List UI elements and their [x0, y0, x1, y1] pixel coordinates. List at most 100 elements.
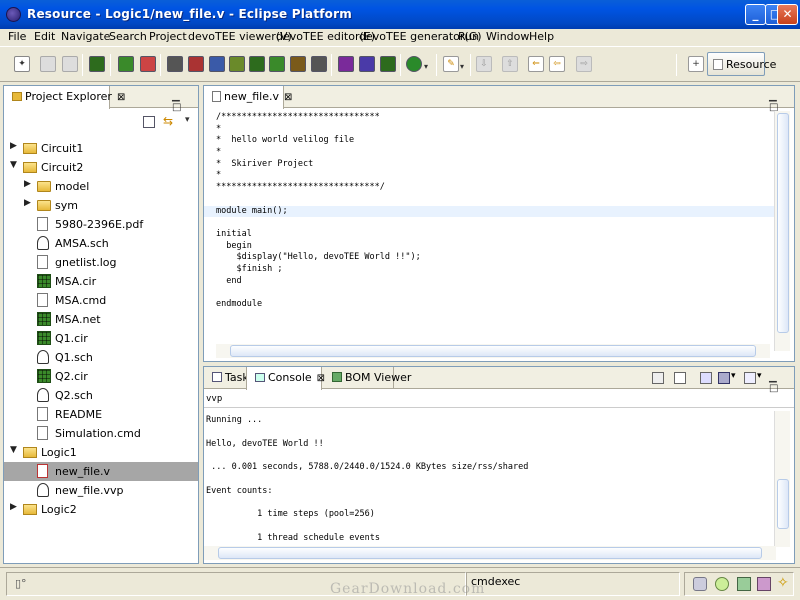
tab-console[interactable]: Console ⊠: [246, 367, 325, 390]
collapsed-twisty-icon[interactable]: ▶: [10, 142, 19, 151]
devotee-tool-8-icon[interactable]: [311, 56, 327, 72]
chart-view-icon[interactable]: [737, 577, 751, 591]
chevron-down-icon[interactable]: ▾: [757, 371, 762, 381]
tree-item[interactable]: Q2.cir: [4, 367, 198, 386]
collapsed-twisty-icon[interactable]: ▶: [24, 199, 33, 208]
run-icon[interactable]: [406, 56, 422, 72]
tree-item[interactable]: ▶ model: [4, 177, 198, 196]
pin-console-icon[interactable]: [700, 372, 712, 384]
menu-navigate[interactable]: Navigate: [61, 30, 110, 43]
chevron-down-icon[interactable]: ▾: [422, 60, 430, 71]
tree-item[interactable]: Q2.sch: [4, 386, 198, 405]
tree-item[interactable]: ▶ Logic2: [4, 500, 198, 519]
view-menu-icon[interactable]: ▾: [185, 115, 190, 125]
tip-icon[interactable]: [715, 577, 729, 591]
menu-project[interactable]: Project: [149, 30, 187, 43]
devotee-tool-3-icon[interactable]: [209, 56, 225, 72]
generator-3-icon[interactable]: [380, 56, 396, 72]
menu-search[interactable]: Search: [109, 30, 147, 43]
console-vertical-scrollbar[interactable]: [774, 411, 790, 547]
clear-console-icon[interactable]: [652, 372, 664, 384]
menu-file[interactable]: File: [8, 30, 26, 43]
menu-window[interactable]: Window: [486, 30, 529, 43]
tree-item[interactable]: MSA.cir: [4, 272, 198, 291]
star-icon[interactable]: ✧: [777, 575, 789, 591]
close-icon[interactable]: ⊠: [117, 92, 125, 103]
chevron-down-icon[interactable]: ▾: [458, 60, 466, 71]
tree-item[interactable]: ▶ Circuit1: [4, 139, 198, 158]
save-icon[interactable]: [40, 56, 56, 72]
netlist-icon[interactable]: [118, 56, 134, 72]
tree-item[interactable]: Simulation.cmd: [4, 424, 198, 443]
expanded-twisty-icon[interactable]: ▼: [10, 161, 19, 170]
tree-item[interactable]: Q1.cir: [4, 329, 198, 348]
open-console-icon[interactable]: [744, 372, 756, 384]
display-console-icon[interactable]: [718, 372, 730, 384]
devotee-tool-1-icon[interactable]: [167, 56, 183, 72]
scroll-thumb[interactable]: [218, 547, 762, 559]
code-text-area[interactable]: /******************************* * * hello…: [204, 112, 774, 311]
palette-icon[interactable]: [757, 577, 771, 591]
devotee-tool-4-icon[interactable]: [229, 56, 245, 72]
tree-item[interactable]: MSA.cmd: [4, 291, 198, 310]
tab-project-explorer[interactable]: Project Explorer ⊠: [4, 86, 125, 109]
close-button[interactable]: ✕: [777, 4, 798, 25]
devotee-tool-5-icon[interactable]: [249, 56, 265, 72]
menu-help[interactable]: Help: [529, 30, 554, 43]
minimize-button[interactable]: _: [745, 4, 766, 25]
chevron-down-icon[interactable]: ▾: [731, 371, 736, 381]
prev-annotation-icon[interactable]: ⇧: [502, 56, 518, 72]
tree-item[interactable]: new_file.vvp: [4, 481, 198, 500]
tree-item[interactable]: AMSA.sch: [4, 234, 198, 253]
generator-1-icon[interactable]: [338, 56, 354, 72]
code-line: begin: [216, 240, 252, 251]
tab-bom-viewer[interactable]: BOM Viewer: [324, 367, 411, 389]
tree-item[interactable]: MSA.net: [4, 310, 198, 329]
open-perspective-icon[interactable]: +: [688, 56, 704, 72]
scroll-thumb[interactable]: [777, 479, 789, 529]
title-bar[interactable]: Resource - Logic1/new_file.v - Eclipse P…: [0, 0, 800, 29]
tab-tasks[interactable]: Tasks: [204, 367, 254, 389]
heap-icon[interactable]: [693, 577, 707, 591]
tab-new-file-v[interactable]: new_file.v ⊠: [204, 86, 292, 109]
tree-item[interactable]: Q1.sch: [4, 348, 198, 367]
back-icon[interactable]: ⇦: [549, 56, 565, 72]
symbol-icon[interactable]: [140, 56, 156, 72]
tree-item[interactable]: gnetlist.log: [4, 253, 198, 272]
tree-item[interactable]: ▼ Circuit2: [4, 158, 198, 177]
menu-run[interactable]: Run: [458, 30, 479, 43]
last-edit-icon[interactable]: ⇐: [528, 56, 544, 72]
devotee-tool-6-icon[interactable]: [269, 56, 285, 72]
expanded-twisty-icon[interactable]: ▼: [10, 446, 19, 455]
view-min-max[interactable]: ▁ □: [769, 91, 794, 113]
tree-item[interactable]: 5980-2396E.pdf: [4, 215, 198, 234]
scroll-thumb[interactable]: [230, 345, 756, 357]
print-icon[interactable]: [62, 56, 78, 72]
new-icon[interactable]: ✦: [14, 56, 30, 72]
forward-icon[interactable]: ⇨: [576, 56, 592, 72]
next-annotation-icon[interactable]: ⇩: [476, 56, 492, 72]
resource-perspective-button[interactable]: Resource: [707, 52, 776, 76]
scroll-thumb[interactable]: [777, 113, 789, 333]
external-tools-icon[interactable]: ✎: [443, 56, 459, 72]
console-horizontal-scrollbar[interactable]: [204, 546, 776, 560]
tree-item[interactable]: README: [4, 405, 198, 424]
link-with-editor-icon[interactable]: ⇆: [163, 114, 173, 128]
collapse-all-icon[interactable]: [143, 116, 155, 128]
devotee-tool-2-icon[interactable]: [188, 56, 204, 72]
tree-item[interactable]: ▼ Logic1: [4, 443, 198, 462]
close-icon[interactable]: ⊠: [284, 92, 292, 103]
view-min-max[interactable]: ▁ □: [769, 372, 794, 394]
editor-vertical-scrollbar[interactable]: [774, 111, 790, 351]
generator-2-icon[interactable]: [359, 56, 375, 72]
collapsed-twisty-icon[interactable]: ▶: [10, 503, 19, 512]
menu-edit[interactable]: Edit: [34, 30, 55, 43]
open-schematic-icon[interactable]: [89, 56, 105, 72]
tree-item[interactable]: new_file.v: [4, 462, 198, 481]
scroll-lock-icon[interactable]: [674, 372, 686, 384]
collapsed-twisty-icon[interactable]: ▶: [24, 180, 33, 189]
devotee-tool-7-icon[interactable]: [290, 56, 306, 72]
fast-view-icon[interactable]: ▯°: [15, 577, 27, 590]
tree-item[interactable]: ▶ sym: [4, 196, 198, 215]
editor-horizontal-scrollbar[interactable]: [216, 344, 770, 358]
